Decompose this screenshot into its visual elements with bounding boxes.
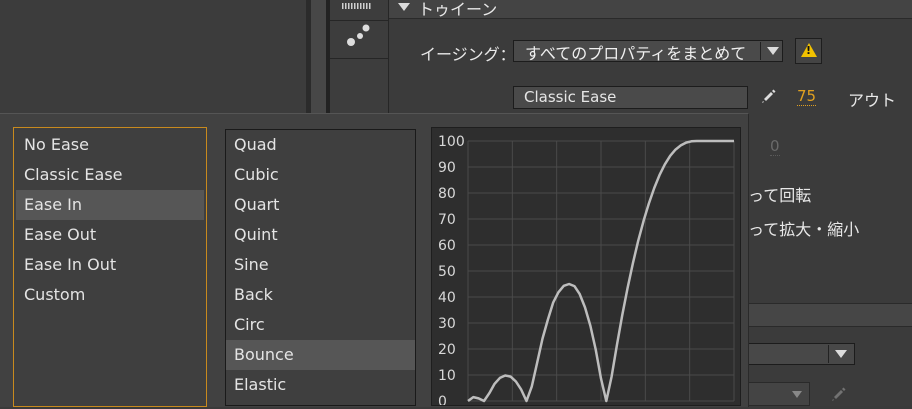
collapse-triangle-icon[interactable] bbox=[398, 3, 410, 11]
ease-curve-graph: 0 10 20 30 40 50 60 70 80 90 100 bbox=[431, 127, 741, 409]
scale-label: って拡大・縮小 bbox=[748, 220, 860, 239]
warning-mark: ! bbox=[806, 44, 812, 57]
y-tick-label: 40 bbox=[438, 290, 456, 306]
list-item-selected[interactable]: Bounce bbox=[226, 340, 415, 370]
section-header[interactable] bbox=[748, 303, 912, 327]
chevron-down-icon[interactable] bbox=[767, 47, 779, 55]
ease-value[interactable]: 75 bbox=[797, 88, 817, 106]
list-item[interactable]: Sine bbox=[226, 250, 415, 280]
pencil-icon bbox=[832, 387, 846, 401]
list-item[interactable]: Cubic bbox=[226, 160, 415, 190]
disabled-value: 0 bbox=[770, 137, 780, 156]
list-item[interactable]: Ease Out bbox=[16, 220, 204, 250]
chevron-down-icon bbox=[792, 391, 802, 398]
pencil-icon[interactable] bbox=[758, 86, 778, 106]
y-tick-label: 30 bbox=[438, 316, 456, 332]
ease-curve-chart: 0 10 20 30 40 50 60 70 80 90 100 bbox=[438, 134, 735, 409]
rotate-label: って回転 bbox=[748, 186, 812, 205]
list-item[interactable]: Circ bbox=[226, 310, 415, 340]
chevron-down-icon[interactable] bbox=[835, 350, 847, 358]
y-tick-label: 100 bbox=[438, 134, 465, 150]
y-tick-label: 10 bbox=[438, 368, 456, 384]
list-item[interactable]: Quad bbox=[226, 130, 415, 160]
y-tick-label: 0 bbox=[438, 394, 447, 405]
select-divider bbox=[760, 42, 761, 60]
list-item[interactable]: Back bbox=[226, 280, 415, 310]
list-item[interactable]: Classic Ease bbox=[16, 160, 204, 190]
select-divider bbox=[828, 345, 829, 363]
y-tick-label: 60 bbox=[438, 238, 456, 254]
easing-select-value: すべてのプロパティをまとめて bbox=[525, 44, 747, 63]
tool-separator bbox=[330, 20, 388, 21]
ease-type-field-value: Classic Ease bbox=[524, 88, 617, 106]
list-item[interactable]: Elastic bbox=[226, 370, 415, 400]
ease-preset-list: Quad Cubic Quart Quint Sine Back Circ Bo… bbox=[225, 129, 416, 406]
list-item[interactable]: No Ease bbox=[16, 130, 204, 160]
list-item[interactable]: Ease In Out bbox=[16, 250, 204, 280]
y-tick-label: 80 bbox=[438, 186, 456, 202]
grip-icon[interactable] bbox=[338, 0, 378, 14]
ease-out-label: アウト bbox=[848, 91, 897, 110]
tween-section-title: トゥイーン bbox=[418, 0, 498, 19]
tool-separator bbox=[330, 58, 388, 59]
list-item[interactable]: Quint bbox=[226, 220, 415, 250]
list-item[interactable]: Quart bbox=[226, 190, 415, 220]
easing-label: イージング： bbox=[420, 45, 516, 64]
list-item[interactable]: Custom bbox=[16, 280, 204, 310]
ease-type-list: No Ease Classic Ease Ease In Ease Out Ea… bbox=[13, 127, 207, 407]
y-tick-label: 70 bbox=[438, 212, 456, 228]
motion-dots-icon[interactable] bbox=[340, 22, 376, 52]
list-item-selected[interactable]: Ease In bbox=[16, 190, 204, 220]
y-tick-label: 50 bbox=[438, 264, 456, 280]
y-tick-label: 90 bbox=[438, 160, 456, 176]
y-tick-label: 20 bbox=[438, 342, 456, 358]
